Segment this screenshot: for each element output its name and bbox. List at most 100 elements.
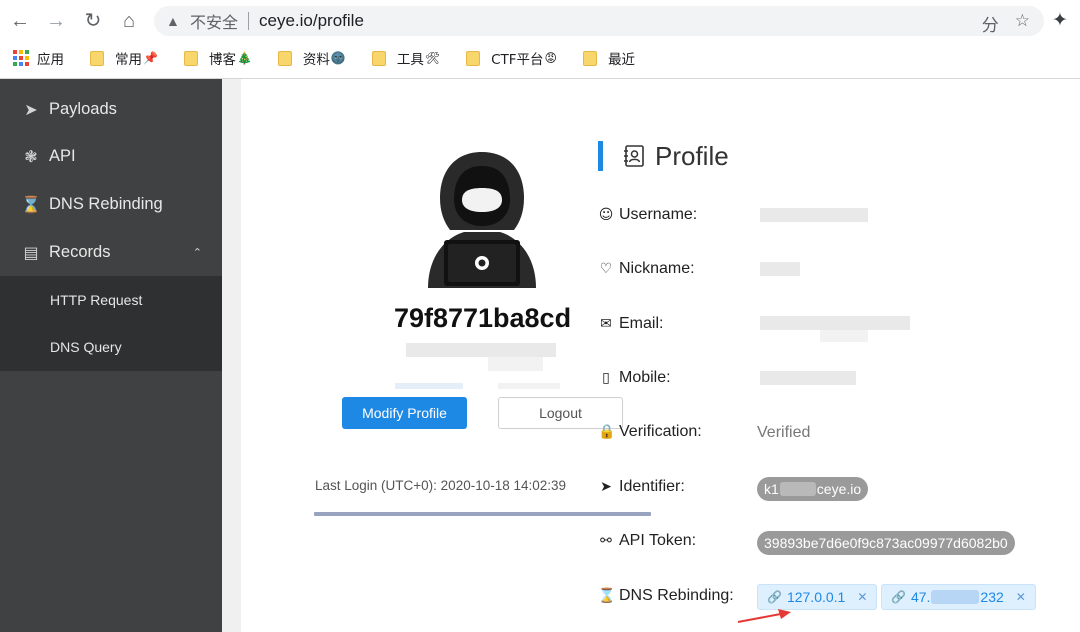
api-token-badge: 39893be7d6e0f9c873ac09977d6082b0: [757, 531, 1015, 555]
records-icon: ▤: [23, 242, 39, 262]
tree-icon: 🎄: [236, 51, 252, 65]
bookmark-apps[interactable]: 应用: [13, 48, 64, 68]
modify-profile-button[interactable]: Modify Profile: [342, 397, 467, 429]
bookmark-folder[interactable]: CTF平台 😡: [466, 48, 557, 68]
field-api-token: ⚯ API Token:: [598, 529, 696, 553]
bookmark-label: 常用: [115, 52, 142, 68]
sidebar-item-api[interactable]: ❃ API: [0, 132, 222, 180]
bookmark-folder[interactable]: 博客 🎄: [183, 48, 252, 68]
sidebar-item-dns-rebinding[interactable]: ⌛ DNS Rebinding: [0, 180, 222, 228]
lock-icon: 🔒: [598, 424, 616, 440]
moon-face-icon: 🌚: [330, 51, 346, 65]
field-label: Email:: [619, 315, 664, 332]
identifier-badge: k1 ceye.io: [757, 477, 869, 501]
field-username: ☺ Username:: [598, 203, 698, 227]
api-icon: ❃: [24, 146, 38, 166]
bookmark-label: 最近: [608, 52, 636, 68]
redacted-value: [760, 371, 856, 385]
angry-face-icon: 😡: [544, 51, 558, 65]
phone-icon: ▯: [602, 370, 610, 386]
sidebar-item-records[interactable]: ▤ Records ⌃: [0, 228, 222, 276]
field-nickname: ♡ Nickname:: [598, 257, 695, 281]
dns-rebinding-tag[interactable]: 🔗 127.0.0.1 ✕: [757, 584, 878, 610]
user-id: 79f8771ba8cd: [393, 303, 572, 333]
sidebar-subitem-dns-query[interactable]: DNS Query: [50, 339, 122, 355]
profile-title: Profile: [655, 140, 729, 171]
field-identifier: ➤ Identifier:: [598, 475, 685, 499]
redacted-value: [760, 208, 868, 222]
redacted-block: [395, 383, 463, 389]
pushpin-icon: 📌: [143, 51, 158, 65]
mail-icon: ✉: [600, 316, 612, 332]
dns-ip-suffix: 232: [980, 589, 1004, 605]
folder-icon: [583, 50, 598, 66]
bookmark-folder[interactable]: 最近: [583, 48, 635, 68]
dns-rebinding-tag[interactable]: 🔗 47. 232 ✕: [881, 584, 1036, 610]
field-label: Identifier:: [619, 478, 685, 495]
sidebar-item-label: API: [49, 146, 76, 165]
heading-accent-bar: [598, 141, 603, 171]
sidebar-item-label: Records: [49, 242, 111, 261]
extensions-icon[interactable]: ✦: [1052, 9, 1068, 32]
field-email: ✉ Email:: [598, 312, 663, 336]
redacted-block: [779, 482, 816, 496]
rocket-icon: ➤: [24, 99, 38, 119]
reload-icon[interactable]: ↻: [81, 9, 105, 33]
bookmark-label: 资料: [302, 52, 330, 68]
field-label: Mobile:: [619, 369, 671, 386]
field-label: API Token:: [619, 532, 697, 549]
url-text: ceye.io/profile: [259, 11, 364, 30]
translate-icon[interactable]: 分: [982, 11, 999, 36]
redacted-value: [760, 262, 800, 276]
back-icon[interactable]: ←: [8, 9, 32, 33]
red-arrow-annotation: [737, 609, 791, 623]
verification-value: Verified: [757, 424, 811, 441]
bookmarks-bar: 应用 常用 📌 博客 🎄 资料 🌚 工具 🛠 CTF平台 😡 最近: [0, 44, 1080, 72]
redacted-block: [406, 343, 556, 357]
sidebar-item-payloads[interactable]: ➤ Payloads: [0, 85, 222, 133]
bookmark-label: 应用: [37, 52, 64, 68]
redacted-value: [820, 330, 868, 342]
field-label: Verification:: [619, 423, 702, 440]
field-label: Username:: [619, 206, 698, 223]
warning-icon: ▲: [166, 13, 180, 29]
records-submenu: HTTP Request DNS Query: [0, 276, 222, 371]
field-label: DNS Rebinding:: [619, 587, 734, 604]
bookmark-folder[interactable]: 常用 📌: [90, 48, 158, 68]
link-icon: 🔗: [767, 590, 782, 604]
link-icon: 🔗: [891, 590, 906, 604]
field-verification: 🔒 Verification:: [598, 420, 702, 444]
address-separator: [248, 12, 250, 30]
bookmark-folder[interactable]: 工具 🛠: [371, 48, 440, 68]
star-icon[interactable]: ☆: [1015, 11, 1030, 36]
close-icon[interactable]: ✕: [857, 590, 867, 604]
hacker-avatar-icon: [428, 152, 536, 288]
sidebar: ➤ Payloads ❃ API ⌛ DNS Rebinding ▤ Recor…: [0, 79, 222, 632]
hourglass-icon: ⌛: [598, 588, 616, 604]
home-icon[interactable]: ⌂: [117, 9, 141, 33]
folder-icon: [277, 50, 292, 66]
forward-icon[interactable]: →: [44, 9, 68, 33]
folder-icon: [466, 50, 481, 66]
redacted-value: [760, 316, 910, 330]
address-bar[interactable]: ▲ 不安全 ceye.io/profile 分 ☆: [154, 6, 1044, 36]
hourglass-icon: ⌛: [21, 194, 41, 214]
field-label: Nickname:: [619, 260, 695, 277]
field-mobile: ▯ Mobile:: [598, 366, 671, 390]
field-dns-rebinding: ⌛ DNS Rebinding:: [598, 584, 734, 608]
bookmark-label: 工具: [396, 52, 424, 68]
last-login-divider: [314, 512, 651, 516]
bookmark-label: 博客: [208, 52, 236, 68]
user-icon: ☺: [598, 207, 614, 223]
profile-heading: Profile: [598, 140, 729, 172]
heart-icon: ♡: [599, 261, 613, 277]
chevron-up-icon: ⌃: [192, 245, 202, 259]
dns-ip: 127.0.0.1: [786, 589, 846, 605]
sidebar-subitem-http-request[interactable]: HTTP Request: [50, 292, 142, 308]
sidebar-item-label: DNS Rebinding: [49, 194, 163, 213]
close-icon[interactable]: ✕: [1016, 590, 1026, 604]
bookmark-folder[interactable]: 资料 🌚: [277, 48, 346, 68]
last-login-text: Last Login (UTC+0): 2020-10-18 14:02:39: [315, 478, 567, 493]
folder-icon: [90, 50, 104, 66]
sidebar-item-label: Payloads: [49, 99, 117, 118]
